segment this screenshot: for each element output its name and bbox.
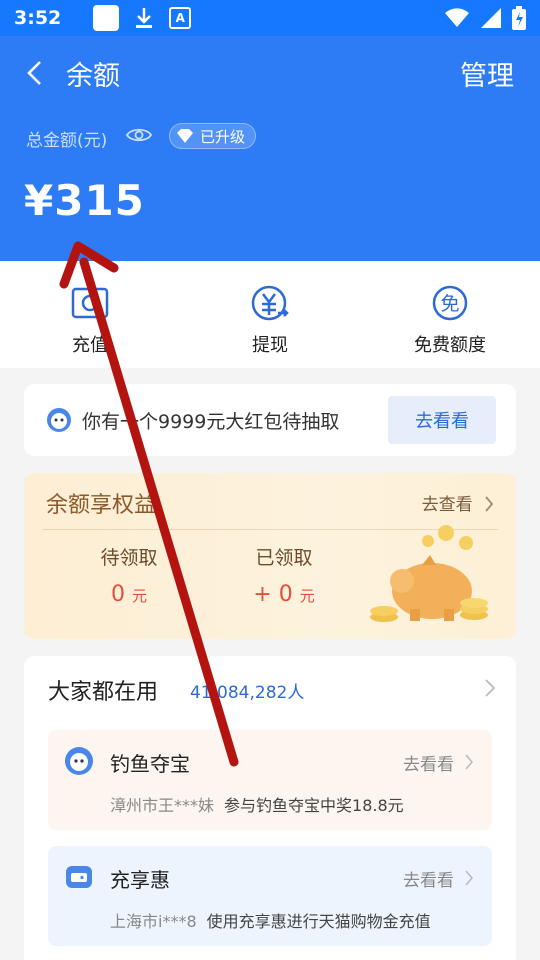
- benefits-view-label: 去查看: [421, 495, 473, 515]
- fishing-treasure-desc: 漳州市王***妹 参与钓鱼夺宝中奖18.8元: [110, 796, 404, 815]
- status-time: 3:52: [14, 7, 62, 29]
- recharge-icon: [71, 287, 109, 319]
- action-row: 充值 提现 免 免费额度: [0, 261, 540, 368]
- recharge-benefit-go[interactable]: 去看看: [403, 866, 454, 891]
- keyboard-icon: A: [169, 7, 192, 29]
- status-bar: 3:52 A: [0, 0, 540, 36]
- wallet-icon: [66, 866, 92, 888]
- download-icon: [136, 8, 153, 28]
- diamond-icon: [177, 129, 193, 143]
- withdraw-icon: [251, 285, 289, 321]
- chevron-right-icon: [465, 870, 474, 886]
- upgraded-badge[interactable]: 已升级: [169, 123, 257, 149]
- benefits-title: 余额享权益: [46, 493, 157, 518]
- chevron-right-icon: [465, 754, 474, 770]
- balance-header: 余额 管理 总金额(元) 已升级 ¥315: [0, 36, 540, 261]
- withdraw-button[interactable]: 提现: [180, 261, 360, 368]
- balance-amount: ¥315: [24, 176, 145, 225]
- recharge-benefit-item[interactable]: 充享惠 去看看 上海市i***8 使用充享惠进行天猫购物金充值: [48, 846, 492, 946]
- pending-column: 待领取 0 元: [74, 543, 184, 607]
- received-value: + 0 元: [253, 582, 315, 607]
- recharge-button[interactable]: 充值: [0, 261, 180, 368]
- total-amount-label: 总金额(元): [26, 131, 108, 151]
- fishing-treasure-go[interactable]: 去看看: [403, 750, 454, 775]
- free-quota-icon: 免: [432, 285, 468, 321]
- battery-icon: [512, 6, 526, 30]
- free-quota-label: 免费额度: [414, 335, 486, 356]
- recharge-label: 充值: [72, 335, 108, 356]
- fishing-icon: [65, 747, 93, 775]
- user-count: 41,084,282人: [190, 683, 305, 703]
- recharge-benefit-desc: 上海市i***8 使用充享惠进行天猫购物金充值: [110, 912, 431, 931]
- pending-label: 待领取: [100, 547, 158, 569]
- chevron-right-icon: [485, 496, 494, 512]
- page-title: 余额: [66, 61, 120, 92]
- everyone-using-card: 大家都在用 41,084,282人 钓鱼夺宝 去看看 漳州市王***妹 参与钓鱼夺…: [24, 656, 516, 960]
- fishing-treasure-name: 钓鱼夺宝: [110, 752, 190, 776]
- pending-value: 0 元: [110, 582, 147, 607]
- eye-icon[interactable]: [126, 125, 152, 145]
- fishing-treasure-item[interactable]: 钓鱼夺宝 去看看 漳州市王***妹 参与钓鱼夺宝中奖18.8元: [48, 730, 492, 830]
- upgraded-badge-label: 已升级: [200, 127, 246, 146]
- everyone-using-title: 大家都在用: [48, 680, 159, 705]
- piggy-bank-icon: [370, 525, 488, 622]
- received-column: 已领取 + 0 元: [229, 543, 339, 607]
- received-label: 已领取: [255, 547, 313, 569]
- free-quota-button[interactable]: 免 免费额度: [360, 261, 540, 368]
- recharge-benefit-name: 充享惠: [110, 868, 170, 892]
- withdraw-label: 提现: [252, 335, 288, 356]
- red-packet-text: 你有一个9999元大红包待抽取: [82, 410, 340, 433]
- wifi-icon: [445, 8, 469, 27]
- back-icon[interactable]: [22, 58, 50, 88]
- signal-icon: [481, 8, 501, 28]
- manage-button[interactable]: 管理: [460, 54, 514, 93]
- red-packet-banner[interactable]: 你有一个9999元大红包待抽取 去看看: [24, 384, 516, 456]
- benefits-view-link[interactable]: 去查看: [422, 490, 494, 515]
- balance-benefits-card[interactable]: 余额享权益 去查看 待领取 0 元 已领取 + 0 元: [24, 473, 516, 639]
- chevron-right-icon[interactable]: [484, 678, 496, 698]
- mascot-icon: [47, 408, 71, 432]
- svg-text:免: 免: [440, 293, 459, 315]
- red-packet-go-button[interactable]: 去看看: [388, 396, 496, 444]
- notification-icon: [93, 5, 120, 31]
